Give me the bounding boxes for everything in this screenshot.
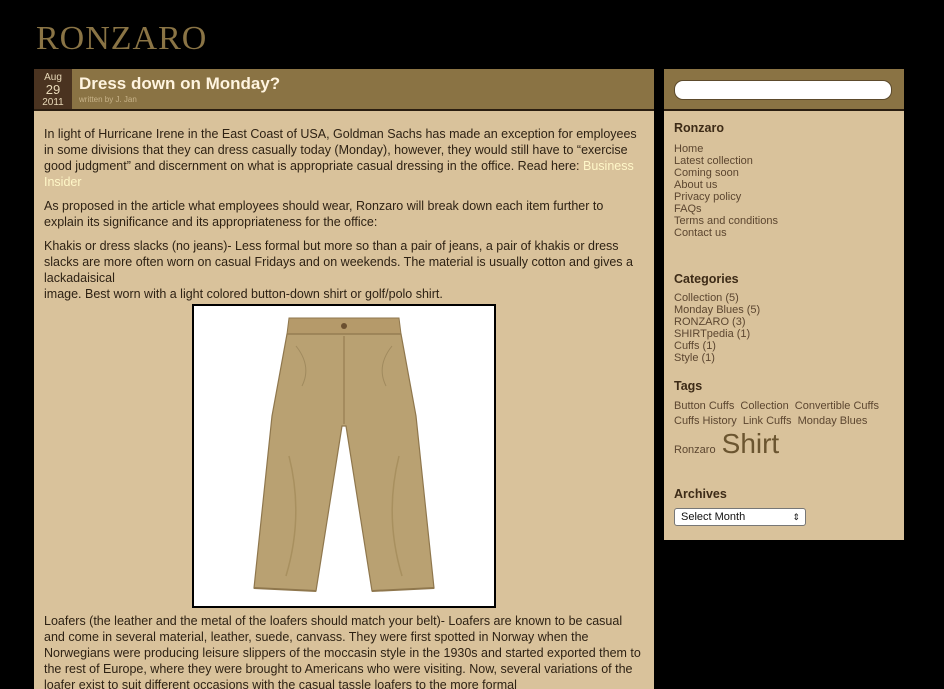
paragraph-khakis: Khakis or dress slacks (no jeans)- Less … bbox=[44, 238, 644, 302]
tag-cloud: Button Cuffs Collection Convertible Cuff… bbox=[674, 399, 894, 459]
archives-select[interactable]: Select Month ⇕ bbox=[674, 508, 806, 526]
category-link[interactable]: Cuffs (1) bbox=[674, 340, 894, 352]
nav-link-coming-soon[interactable]: Coming soon bbox=[674, 167, 894, 179]
tag-link[interactable]: Ronzaro bbox=[674, 444, 716, 456]
widget-title-archives: Archives bbox=[674, 487, 727, 501]
intro-text: In light of Hurricane Irene in the East … bbox=[44, 127, 637, 173]
post-date-badge: Aug 29 2011 bbox=[34, 69, 72, 109]
widget-tags: Tags Button Cuffs Collection Convertible… bbox=[674, 379, 894, 459]
tag-link[interactable]: Collection bbox=[740, 400, 788, 412]
post-content: In light of Hurricane Irene in the East … bbox=[44, 126, 644, 302]
nav-link-contact-us[interactable]: Contact us bbox=[674, 227, 894, 239]
nav-link-about-us[interactable]: About us bbox=[674, 179, 894, 191]
site-logo[interactable]: RONZARO bbox=[36, 20, 207, 58]
widget-categories: Categories Collection (5) Monday Blues (… bbox=[674, 272, 894, 364]
paragraph-loafers: Loafers (the leather and the metal of th… bbox=[44, 614, 641, 689]
khakis-text: Khakis or dress slacks (no jeans)- Less … bbox=[44, 239, 633, 285]
post-header: Aug 29 2011 Dress down on Monday? writte… bbox=[34, 69, 654, 111]
widget-archives: Archives Select Month ⇕ bbox=[674, 487, 894, 526]
chevron-updown-icon: ⇕ bbox=[792, 512, 800, 522]
nav-link-privacy-policy[interactable]: Privacy policy bbox=[674, 191, 894, 203]
tag-link[interactable]: Monday Blues bbox=[798, 415, 868, 427]
widget-ronzaro: Ronzaro Home Latest collection Coming so… bbox=[674, 121, 894, 239]
category-link[interactable]: Collection (5) bbox=[674, 292, 894, 304]
archives-select-value: Select Month bbox=[681, 511, 746, 523]
nav-link-home[interactable]: Home bbox=[674, 143, 894, 155]
widget-title-ronzaro: Ronzaro bbox=[674, 121, 724, 135]
sidebar: Ronzaro Home Latest collection Coming so… bbox=[664, 69, 904, 540]
category-link[interactable]: Style (1) bbox=[674, 352, 894, 364]
category-link[interactable]: RONZARO (3) bbox=[674, 316, 894, 328]
post-area: Aug 29 2011 Dress down on Monday? writte… bbox=[34, 69, 654, 689]
post-title[interactable]: Dress down on Monday? bbox=[79, 74, 280, 94]
khakis-text-2: image. Best worn with a light colored bu… bbox=[44, 287, 443, 301]
widget-title-tags: Tags bbox=[674, 379, 703, 393]
nav-link-terms[interactable]: Terms and conditions bbox=[674, 215, 894, 227]
widget-title-categories: Categories bbox=[674, 272, 739, 286]
post-byline: written by J. Jan bbox=[79, 95, 137, 104]
nav-link-latest-collection[interactable]: Latest collection bbox=[674, 155, 894, 167]
post-year: 2011 bbox=[42, 97, 64, 108]
nav-link-faqs[interactable]: FAQs bbox=[674, 203, 894, 215]
tag-link[interactable]: Link Cuffs bbox=[743, 415, 792, 427]
category-link[interactable]: Monday Blues (5) bbox=[674, 304, 894, 316]
tag-link[interactable]: Convertible Cuffs bbox=[795, 400, 879, 412]
paragraph-intro: In light of Hurricane Irene in the East … bbox=[44, 126, 644, 190]
paragraph-explain: As proposed in the article what employee… bbox=[44, 199, 604, 229]
search-input[interactable] bbox=[674, 80, 892, 100]
sidebar-header bbox=[664, 69, 904, 111]
tag-link[interactable]: Button Cuffs bbox=[674, 400, 734, 412]
tag-link-shirt[interactable]: Shirt bbox=[722, 428, 780, 459]
tag-link[interactable]: Cuffs History bbox=[674, 415, 737, 427]
khaki-pants-image bbox=[192, 304, 496, 608]
category-link[interactable]: SHIRTpedia (1) bbox=[674, 328, 894, 340]
post-day: 29 bbox=[45, 82, 61, 97]
